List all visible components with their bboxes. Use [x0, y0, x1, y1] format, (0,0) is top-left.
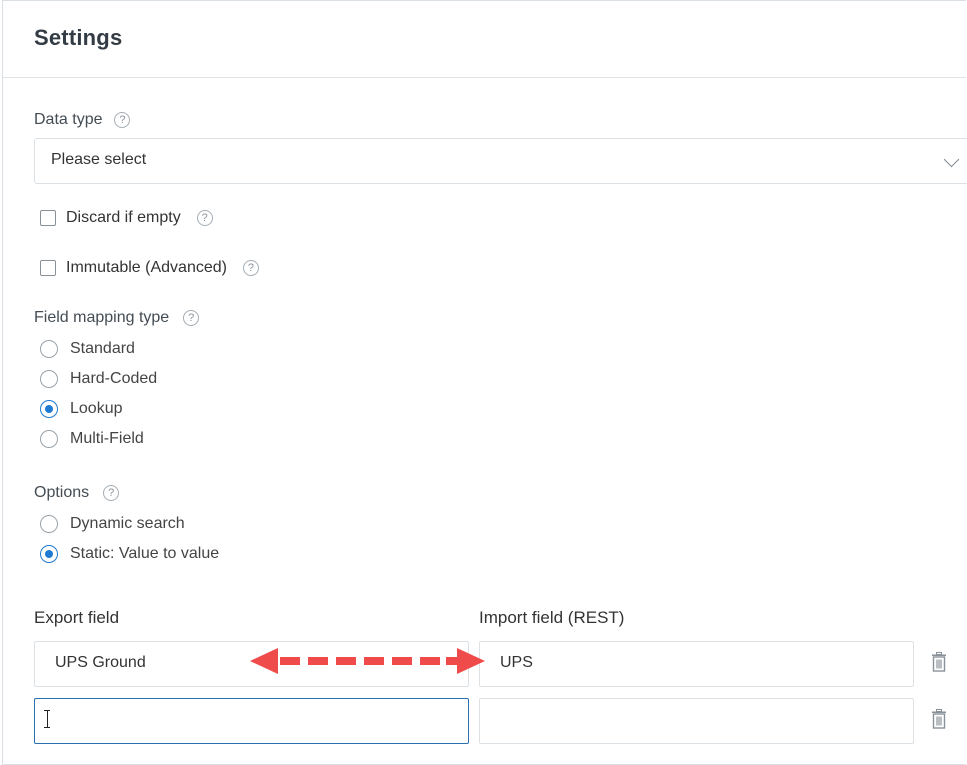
help-icon[interactable]: ? [183, 310, 200, 326]
options-label-row: Options ? [34, 484, 120, 502]
radio-multi-field[interactable]: Multi-Field [40, 430, 144, 448]
immutable-row[interactable]: Immutable (Advanced) ? [40, 259, 259, 277]
discard-if-empty-label: Discard if empty [66, 209, 181, 226]
radio-button[interactable] [40, 340, 58, 358]
radio-button[interactable] [40, 515, 58, 533]
import-field-header: Import field (REST) [479, 608, 625, 627]
text-cursor-icon [44, 710, 50, 728]
help-icon[interactable]: ? [103, 485, 120, 501]
radio-hard-coded[interactable]: Hard-Coded [40, 370, 157, 388]
radio-label: Standard [70, 340, 135, 357]
radio-label: Multi-Field [70, 430, 144, 447]
radio-button[interactable] [40, 370, 58, 388]
data-type-select[interactable]: Please select [34, 138, 967, 184]
help-icon[interactable]: ? [114, 112, 131, 128]
radio-standard[interactable]: Standard [40, 340, 135, 358]
radio-label: Hard-Coded [70, 370, 158, 387]
field-mapping-type-label-row: Field mapping type ? [34, 309, 200, 327]
settings-panel: Settings Data type ? Please select Disca… [2, 0, 967, 765]
options-label: Options [34, 484, 90, 501]
radio-label: Lookup [70, 400, 123, 417]
import-field-input-empty[interactable] [479, 698, 914, 744]
double-arrow-annotation-icon [250, 648, 485, 674]
help-icon[interactable]: ? [196, 210, 213, 226]
radio-lookup[interactable]: Lookup [40, 400, 123, 418]
radio-button[interactable] [40, 430, 58, 448]
radio-label: Dynamic search [70, 515, 185, 532]
radio-label: Static: Value to value [70, 545, 220, 562]
radio-static-value-to-value[interactable]: Static: Value to value [40, 545, 219, 563]
help-icon[interactable]: ? [242, 260, 259, 276]
settings-header: Settings [3, 1, 966, 78]
export-field-input-empty[interactable] [34, 698, 469, 744]
immutable-label: Immutable (Advanced) [66, 259, 227, 276]
field-mapping-type-label: Field mapping type [34, 309, 170, 326]
radio-button-selected[interactable] [40, 545, 58, 563]
export-field-header: Export field [34, 608, 120, 627]
trash-icon[interactable] [931, 652, 947, 672]
data-type-label: Data type [34, 111, 103, 128]
chevron-down-icon [943, 151, 960, 168]
radio-button-selected[interactable] [40, 400, 58, 418]
discard-if-empty-row[interactable]: Discard if empty ? [40, 209, 213, 227]
data-type-selected-value: Please select [51, 151, 147, 168]
immutable-checkbox[interactable] [40, 260, 56, 276]
radio-dynamic-search[interactable]: Dynamic search [40, 515, 185, 533]
page-title: Settings [34, 25, 123, 50]
discard-if-empty-checkbox[interactable] [40, 210, 56, 226]
import-field-input[interactable]: UPS [479, 641, 914, 687]
data-type-label-row: Data type ? [34, 111, 131, 129]
trash-icon[interactable] [931, 709, 947, 729]
